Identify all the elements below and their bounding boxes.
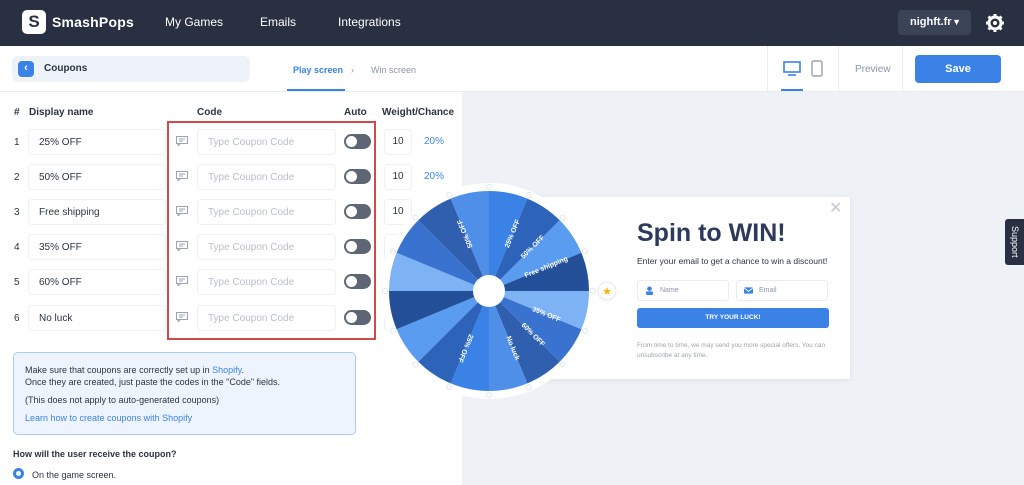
wheel-peg xyxy=(590,288,596,294)
wheel-peg xyxy=(389,248,396,255)
save-button[interactable]: Save xyxy=(915,55,1001,83)
row-number: 5 xyxy=(14,277,20,288)
shopify-link[interactable]: Shopify xyxy=(212,365,241,375)
logo-icon: S xyxy=(22,10,46,34)
popup-subtitle: Enter your email to get a chance to win … xyxy=(637,256,828,266)
wheel-peg xyxy=(559,361,566,368)
account-name: nighft.fr xyxy=(910,16,952,28)
divider xyxy=(902,46,903,92)
top-navbar: S SmashPops My Games Emails Integrations… xyxy=(0,0,1024,46)
info-text: . xyxy=(241,365,244,375)
wheel-peg xyxy=(382,288,388,294)
mail-icon xyxy=(744,287,753,294)
wheel-peg xyxy=(412,214,419,221)
app-name: SmashPops xyxy=(52,14,134,30)
wheel-peg xyxy=(486,184,492,190)
display-name-input[interactable]: 25% OFF xyxy=(28,129,166,155)
row-number: 4 xyxy=(14,242,20,253)
tab-win-screen[interactable]: Win screen xyxy=(371,65,416,75)
name-placeholder: Name xyxy=(660,287,679,294)
shopify-info-box: Make sure that coupons are correctly set… xyxy=(13,352,356,435)
wheel-peg xyxy=(446,384,453,391)
display-name-input[interactable]: 50% OFF xyxy=(28,164,166,190)
col-header-num: # xyxy=(14,107,20,118)
wheel-peg xyxy=(486,392,492,398)
wheel-peg xyxy=(582,248,589,255)
display-name-input[interactable]: 60% OFF xyxy=(28,269,166,295)
wheel-peg xyxy=(582,327,589,334)
popup-title: Spin to WIN! xyxy=(637,219,786,247)
display-name-input[interactable]: Free shipping xyxy=(28,199,166,225)
prize-wheel[interactable]: 25% OFF50% OFFFree shipping35% OFF60% OF… xyxy=(380,182,598,400)
radio-game-screen[interactable] xyxy=(13,468,24,479)
email-field[interactable]: Email xyxy=(736,280,828,301)
account-dropdown[interactable]: nighft.fr ▼ xyxy=(898,10,971,35)
row-number: 2 xyxy=(14,172,20,183)
chevron-right-icon: › xyxy=(351,65,354,75)
weight-input[interactable]: 10 xyxy=(384,129,412,155)
name-field[interactable]: Name xyxy=(637,280,729,301)
gear-icon[interactable] xyxy=(985,13,1005,33)
back-icon[interactable]: ‹ xyxy=(18,61,34,77)
col-header-name: Display name xyxy=(29,107,94,118)
delivery-question: How will the user receive the coupon? xyxy=(13,449,177,459)
info-text: Once they are created, just paste the co… xyxy=(25,377,281,387)
learn-coupons-link[interactable]: Learn how to create coupons with Shopify xyxy=(25,413,192,423)
desktop-icon[interactable] xyxy=(783,61,801,76)
wheel-peg xyxy=(412,361,419,368)
row-number: 3 xyxy=(14,207,20,218)
col-header-code: Code xyxy=(197,107,222,118)
email-placeholder: Email xyxy=(759,287,777,294)
svg-text:★: ★ xyxy=(602,285,612,298)
mobile-icon[interactable] xyxy=(811,60,823,77)
close-icon[interactable]: ✕ xyxy=(829,201,843,217)
row-number: 1 xyxy=(14,137,20,148)
wheel-peg xyxy=(389,327,396,334)
wheel-hub xyxy=(473,275,505,307)
active-tab-indicator xyxy=(287,89,345,91)
wheel-peg xyxy=(446,191,453,198)
coupons-section[interactable]: ‹ Coupons xyxy=(12,56,250,82)
editor-toolbar: ‹ Coupons Play screen › Win screen Previ… xyxy=(0,46,1024,92)
col-header-weight: Weight/Chance xyxy=(382,107,455,118)
nav-integrations[interactable]: Integrations xyxy=(338,15,401,29)
star-pointer-icon: ★ xyxy=(597,281,617,301)
col-header-auto: Auto xyxy=(344,107,367,118)
wheel-peg xyxy=(525,384,532,391)
support-tab[interactable]: Support xyxy=(1005,219,1024,265)
display-name-input[interactable]: No luck xyxy=(28,305,166,331)
divider xyxy=(767,46,768,92)
logo[interactable]: S SmashPops xyxy=(22,10,134,34)
divider xyxy=(838,46,839,92)
wheel-peg xyxy=(525,191,532,198)
device-indicator xyxy=(781,89,803,91)
info-text: Make sure that coupons are correctly set… xyxy=(25,365,213,375)
radio-label: On the game screen. xyxy=(32,470,117,480)
nav-my-games[interactable]: My Games xyxy=(165,15,223,29)
tab-play-screen[interactable]: Play screen xyxy=(293,65,343,75)
popup-disclaimer: From time to time, we may send you more … xyxy=(637,342,826,359)
display-name-input[interactable]: 35% OFF xyxy=(28,234,166,260)
chance-value: 20% xyxy=(424,171,445,182)
section-title: Coupons xyxy=(44,63,88,74)
code-column-highlight xyxy=(167,121,376,340)
wheel-peg xyxy=(559,214,566,221)
try-luck-button[interactable]: TRY YOUR LUCK! xyxy=(637,308,829,328)
user-icon xyxy=(645,286,654,295)
preview-button[interactable]: Preview xyxy=(855,64,891,75)
row-number: 6 xyxy=(14,313,20,324)
caret-down-icon: ▼ xyxy=(952,17,961,27)
nav-emails[interactable]: Emails xyxy=(260,15,296,29)
info-note: (This does not apply to auto-generated c… xyxy=(25,395,220,405)
chance-value: 20% xyxy=(424,136,445,147)
